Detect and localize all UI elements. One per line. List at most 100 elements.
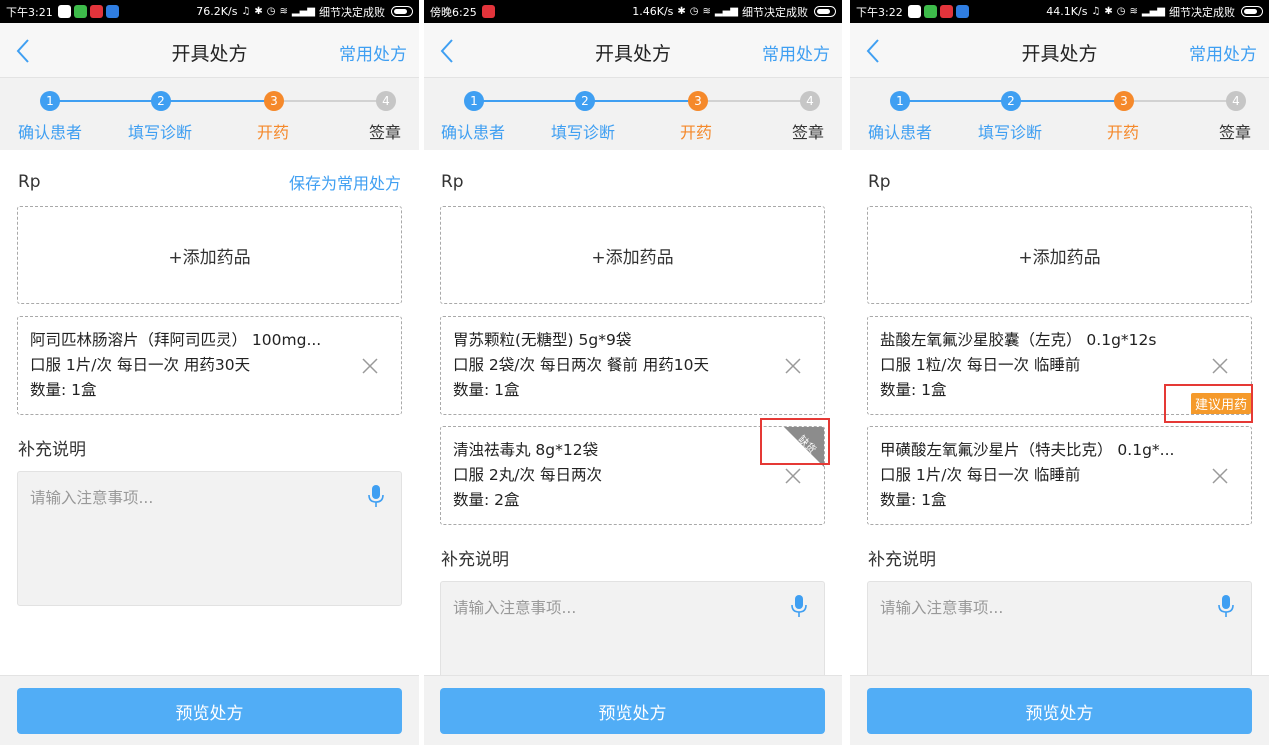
nav-bar: 开具处方 常用处方 (424, 23, 842, 78)
news-app-icon (481, 5, 495, 18)
battery-icon (814, 6, 836, 17)
drug-quantity: 数量: 1盒 (453, 381, 520, 399)
add-drug-button[interactable]: +添加药品 (17, 206, 402, 304)
status-bar: 下午3:22 44.1K/s ♫ ✱ ◷ ≋ ▂▄▆ 细节决定成败 (850, 0, 1269, 23)
wechat-app-icon (923, 5, 937, 18)
step-dot-2: 2 (575, 91, 595, 111)
remove-drug-icon[interactable] (361, 357, 379, 375)
step-label-2: 填写诊断 (128, 123, 193, 142)
microphone-icon[interactable] (1218, 594, 1234, 618)
common-prescriptions-link[interactable]: 常用处方 (339, 40, 407, 65)
preview-prescription-button[interactable]: 预览处方 (867, 688, 1252, 734)
step-dot-1: 1 (40, 91, 60, 111)
wifi-icon: ≋ (1129, 6, 1138, 17)
battery-icon (391, 6, 413, 17)
note-placeholder: 请输入注意事项... (880, 599, 1004, 617)
remove-drug-icon[interactable] (784, 467, 802, 485)
step-dot-1: 1 (890, 91, 910, 111)
alarm-icon: ◷ (689, 6, 699, 17)
step-dot-3: 3 (688, 91, 708, 111)
drug-name: 胃苏颗粒(无糖型) 5g*9袋 (453, 331, 632, 349)
step-label-4: 签章 (792, 123, 825, 142)
qq-app-icon (57, 5, 71, 18)
step-label-3: 开药 (1107, 123, 1140, 142)
prescription-content: Rp +添加药品 盐酸左氧氟沙星胶囊（左克） 0.1g*12s 口服 1粒/次 … (850, 150, 1269, 745)
drug-card[interactable]: 阿司匹林肠溶片（拜阿司匹灵） 100mg... 口服 1片/次 每日一次 用药3… (17, 316, 402, 415)
news-app-icon (939, 5, 953, 18)
step-line-pending (698, 100, 810, 102)
note-label: 补充说明 (441, 550, 509, 570)
drug-quantity: 数量: 1盒 (30, 381, 97, 399)
wifi-icon: ≋ (702, 6, 711, 17)
drug-name: 阿司匹林肠溶片（拜阿司匹灵） 100mg... (30, 331, 322, 349)
drug-usage: 口服 1粒/次 每日一次 临睡前 (880, 356, 1081, 374)
drug-usage: 口服 1片/次 每日一次 临睡前 (880, 466, 1081, 484)
step-progress: 1 2 3 4 确认患者 填写诊断 开药 签章 (424, 79, 842, 149)
step-progress: 1 2 3 4 确认患者 填写诊断 开药 签章 (850, 79, 1269, 149)
drug-name: 甲磺酸左氧氟沙星片（特夫比克） 0.1g*... (880, 441, 1175, 459)
signal-icon: ▂▄▆ (291, 6, 315, 17)
step-dot-2: 2 (151, 91, 171, 111)
step-label-4: 签章 (1219, 123, 1252, 142)
battery-icon (1241, 6, 1263, 17)
footer-bar: 预览处方 (0, 675, 419, 745)
drug-card[interactable]: 甲磺酸左氧氟沙星片（特夫比克） 0.1g*... 口服 1片/次 每日一次 临睡… (867, 426, 1252, 525)
drug-quantity: 数量: 1盒 (880, 491, 947, 509)
save-as-common-link[interactable]: 保存为常用处方 (289, 170, 401, 194)
add-drug-button[interactable]: +添加药品 (867, 206, 1252, 304)
common-prescriptions-link[interactable]: 常用处方 (1189, 40, 1257, 65)
rp-label: Rp (868, 172, 891, 192)
bluetooth-icon: ✱ (1104, 6, 1113, 17)
status-time: 傍晚6:25 (430, 5, 477, 19)
step-progress: 1 2 3 4 确认患者 填写诊断 开药 签章 (0, 79, 419, 149)
note-placeholder: 请输入注意事项... (453, 599, 577, 617)
footer-bar: 预览处方 (850, 675, 1269, 745)
drug-card[interactable]: 胃苏颗粒(无糖型) 5g*9袋 口服 2袋/次 每日两次 餐前 用药10天 数量… (440, 316, 825, 415)
highlight-frame (760, 418, 830, 465)
remove-drug-icon[interactable] (1211, 357, 1229, 375)
signal-icon: ▂▄▆ (1141, 6, 1165, 17)
microphone-icon[interactable] (368, 484, 384, 508)
drug-usage: 口服 2丸/次 每日两次 (453, 466, 602, 484)
wechat-app-icon (73, 5, 87, 18)
network-speed: 76.2K/s (196, 5, 238, 18)
step-label-1: 确认患者 (868, 123, 933, 142)
drug-name: 清浊祛毒丸 8g*12袋 (453, 441, 599, 459)
rp-label: Rp (18, 172, 41, 192)
network-speed: 1.46K/s (632, 5, 674, 18)
add-drug-button[interactable]: +添加药品 (440, 206, 825, 304)
prescription-content: Rp +添加药品 胃苏颗粒(无糖型) 5g*9袋 口服 2袋/次 每日两次 餐前… (424, 150, 842, 745)
preview-prescription-button[interactable]: 预览处方 (17, 688, 402, 734)
bluetooth-icon: ✱ (254, 6, 263, 17)
phone-screen-2: 傍晚6:25 1.46K/s ✱ ◷ ≋ ▂▄▆ 细节决定成败 开具处方 常用处… (424, 0, 842, 745)
step-label-2: 填写诊断 (551, 123, 616, 142)
nav-bar: 开具处方 常用处方 (850, 23, 1269, 78)
step-label-3: 开药 (680, 123, 713, 142)
common-prescriptions-link[interactable]: 常用处方 (762, 40, 830, 65)
remove-drug-icon[interactable] (784, 357, 802, 375)
note-input[interactable]: 请输入注意事项... (17, 471, 402, 606)
status-bar: 下午3:21 76.2K/s ♫ ✱ ◷ ≋ ▂▄▆ 细节决定成败 (0, 0, 419, 23)
carrier-name: 细节决定成败 (319, 5, 385, 19)
step-label-1: 确认患者 (441, 123, 506, 142)
headphone-icon: ♫ (241, 6, 251, 17)
step-dot-1: 1 (464, 91, 484, 111)
status-bar: 傍晚6:25 1.46K/s ✱ ◷ ≋ ▂▄▆ 细节决定成败 (424, 0, 842, 23)
step-line-pending (274, 100, 386, 102)
status-time: 下午3:22 (856, 5, 903, 19)
phone-screen-3: 下午3:22 44.1K/s ♫ ✱ ◷ ≋ ▂▄▆ 细节决定成败 开具处方 常… (850, 0, 1269, 745)
signal-icon: ▂▄▆ (714, 6, 738, 17)
headphone-icon: ♫ (1091, 6, 1101, 17)
drug-usage: 口服 2袋/次 每日两次 餐前 用药10天 (453, 356, 710, 374)
step-label-1: 确认患者 (18, 123, 83, 142)
drug-name: 盐酸左氧氟沙星胶囊（左克） 0.1g*12s (880, 331, 1157, 349)
carrier-name: 细节决定成败 (1169, 5, 1235, 19)
prescription-content: Rp 保存为常用处方 +添加药品 阿司匹林肠溶片（拜阿司匹灵） 100mg...… (0, 150, 419, 745)
news-app-icon (89, 5, 103, 18)
status-time: 下午3:21 (6, 5, 53, 19)
remove-drug-icon[interactable] (1211, 467, 1229, 485)
microphone-icon[interactable] (791, 594, 807, 618)
preview-prescription-button[interactable]: 预览处方 (440, 688, 825, 734)
phone-screen-1: 下午3:21 76.2K/s ♫ ✱ ◷ ≋ ▂▄▆ 细节决定成败 开具处方 常… (0, 0, 419, 745)
qq-app-icon (907, 5, 921, 18)
